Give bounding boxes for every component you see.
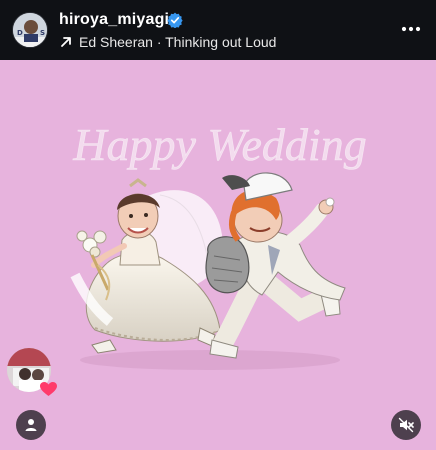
baseball-cap xyxy=(222,172,293,201)
baseball-glove xyxy=(205,236,250,294)
speaker-muted-icon xyxy=(398,417,414,433)
happy-wedding-title: Happy Wedding xyxy=(72,119,366,170)
mute-button[interactable] xyxy=(391,410,421,440)
svg-text:D: D xyxy=(17,29,23,37)
arrow-up-right-icon xyxy=(61,37,71,47)
svg-text:S: S xyxy=(40,29,45,37)
user-icon xyxy=(25,419,37,431)
post-header: D S hiroya_miyagi Ed Sheeran · Thinking … xyxy=(0,0,436,60)
post-media[interactable]: Happy Wedding xyxy=(0,60,436,450)
heart-icon xyxy=(40,382,57,396)
wedding-illustration: Happy Wedding xyxy=(70,119,367,370)
username[interactable]: hiroya_miyagi xyxy=(59,11,169,29)
tagged-user-button[interactable] xyxy=(16,410,46,440)
verified-badge-icon xyxy=(167,12,183,28)
more-options-icon[interactable] xyxy=(400,22,422,36)
music-text: Ed Sheeran · Thinking out Loud xyxy=(79,34,277,50)
music-link[interactable]: Ed Sheeran · Thinking out Loud xyxy=(59,33,276,51)
profile-avatar[interactable]: D S xyxy=(12,12,48,48)
